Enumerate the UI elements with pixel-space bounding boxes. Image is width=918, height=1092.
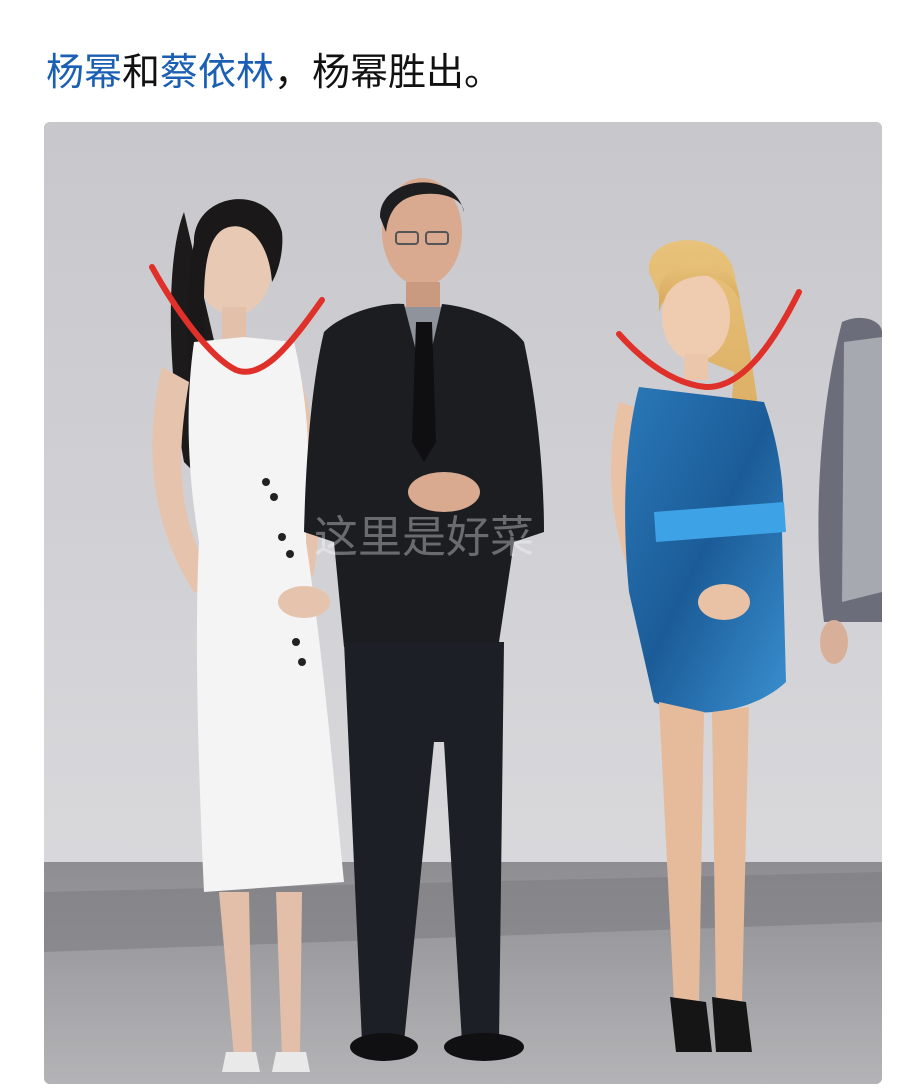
photo-watermark: 这里是好菜 (314, 512, 534, 563)
mention-link-cai-yilin[interactable]: 蔡依林 (160, 44, 274, 100)
post-photo[interactable]: 这里是好菜 (44, 122, 882, 1084)
mention-link-yang-mi[interactable]: 杨幂 (46, 44, 122, 100)
post-text-connector: 和 (122, 50, 161, 94)
photo-illustration: 这里是好菜 (44, 122, 882, 1084)
post-text-conclusion: ，杨幂胜出。 (274, 50, 503, 94)
post-text: 杨幂 和 蔡依林 ，杨幂胜出。 (46, 44, 502, 100)
